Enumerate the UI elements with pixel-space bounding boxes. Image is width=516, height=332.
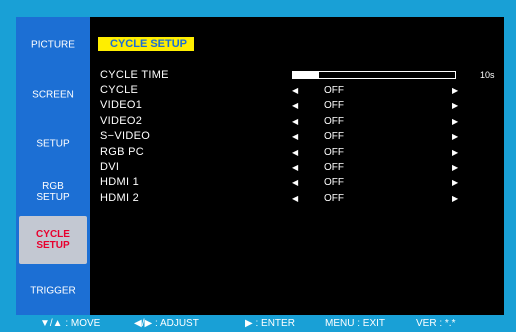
right-arrow-icon[interactable]: ▶ [452, 191, 458, 206]
menu-row[interactable]: CYCLE ◀ OFF ▶ [100, 83, 500, 98]
right-arrow-icon[interactable]: ▶ [452, 98, 458, 113]
right-arrow-icon[interactable]: ▶ [452, 129, 458, 144]
menu-row-value: OFF [324, 100, 344, 112]
cycle-time-slider[interactable] [292, 71, 456, 79]
menu-row-value: OFF [324, 162, 344, 173]
menu-row-value: OFF [324, 131, 344, 143]
right-arrow-icon[interactable]: ▶ [452, 160, 458, 175]
menu-row[interactable]: VIDEO1 ◀ OFF ▶ [100, 98, 500, 113]
left-arrow-icon[interactable]: ◀ [292, 175, 298, 190]
hint-move: ▼/▲ : MOVE [40, 318, 101, 329]
osd-sidebar: PICTURE SCREEN SETUP RGB SETUP CYCLE SET… [16, 17, 90, 315]
left-arrow-icon[interactable]: ◀ [292, 145, 298, 160]
right-arrow-icon[interactable]: ▶ [452, 175, 458, 190]
menu-row-label: CYCLE [100, 84, 139, 96]
hint-exit: MENU : EXIT [325, 318, 386, 329]
menu-row[interactable]: HDMI 1 ◀ OFF ▶ [100, 175, 500, 190]
cycle-time-slider-fill [293, 72, 319, 78]
menu-row-label: HDMI 1 [100, 176, 140, 189]
left-arrow-icon[interactable]: ◀ [292, 129, 298, 144]
menu-row-label: VIDEO1 [100, 99, 143, 112]
menu-row-label: RGB PC [100, 145, 144, 158]
left-arrow-icon[interactable]: ◀ [292, 83, 298, 98]
left-arrow-icon[interactable]: ◀ [292, 114, 298, 129]
sidebar-item-trigger[interactable]: TRIGGER [16, 281, 90, 301]
right-arrow-icon[interactable]: ▶ [452, 145, 458, 160]
menu-row[interactable]: HDMI 2 ◀ OFF ▶ [100, 191, 500, 206]
sidebar-item-rgb-setup[interactable]: RGB SETUP [16, 177, 90, 207]
sidebar-item-label: RGB SETUP [36, 181, 70, 203]
hint-version: VER : *.* [416, 318, 456, 329]
cycle-time-value: 10s [480, 70, 495, 80]
menu-row-label: HDMI 2 [100, 191, 140, 204]
menu-row-value: OFF [324, 192, 344, 204]
menu-row-value: OFF [324, 85, 344, 96]
sidebar-item-setup[interactable]: SETUP [16, 134, 90, 154]
menu-row[interactable]: RGB PC ◀ OFF ▶ [100, 145, 500, 160]
cycle-time-row[interactable]: CYCLE TIME 10s [100, 68, 500, 83]
menu-row-label: DVI [100, 161, 120, 173]
key-hint-bar: ▼/▲ : MOVE ◀/▶ : ADJUST ▶ : ENTER MENU :… [0, 316, 516, 332]
left-arrow-icon[interactable]: ◀ [292, 98, 298, 113]
sidebar-item-label: CYCLE SETUP [36, 229, 70, 251]
menu-row[interactable]: DVI ◀ OFF ▶ [100, 160, 500, 175]
right-arrow-icon[interactable]: ▶ [452, 114, 458, 129]
sidebar-item-picture[interactable]: PICTURE [16, 35, 90, 55]
menu-row-value: OFF [324, 146, 344, 158]
sidebar-item-label: SCREEN [32, 89, 74, 101]
hint-adjust: ◀/▶ : ADJUST [134, 318, 199, 329]
menu-row[interactable]: VIDEO2 ◀ OFF ▶ [100, 114, 500, 129]
sidebar-item-label: TRIGGER [30, 285, 76, 297]
menu-row[interactable]: S−VIDEO ◀ OFF ▶ [100, 129, 500, 144]
hint-enter: ▶ : ENTER [245, 318, 295, 329]
cycle-time-label: CYCLE TIME [100, 69, 169, 81]
left-arrow-icon[interactable]: ◀ [292, 191, 298, 206]
sidebar-item-cycle-setup[interactable]: CYCLE SETUP [19, 216, 87, 264]
sidebar-item-label: PICTURE [31, 39, 75, 51]
right-arrow-icon[interactable]: ▶ [452, 83, 458, 98]
menu-title: CYCLE SETUP [98, 37, 195, 51]
sidebar-item-screen[interactable]: SCREEN [16, 85, 90, 105]
sidebar-item-label: SETUP [36, 138, 70, 150]
menu-row-value: OFF [324, 115, 344, 127]
left-arrow-icon[interactable]: ◀ [292, 160, 298, 175]
menu-row-label: S−VIDEO [100, 130, 151, 143]
menu-row-label: VIDEO2 [100, 114, 143, 127]
menu-row-value: OFF [324, 177, 344, 189]
